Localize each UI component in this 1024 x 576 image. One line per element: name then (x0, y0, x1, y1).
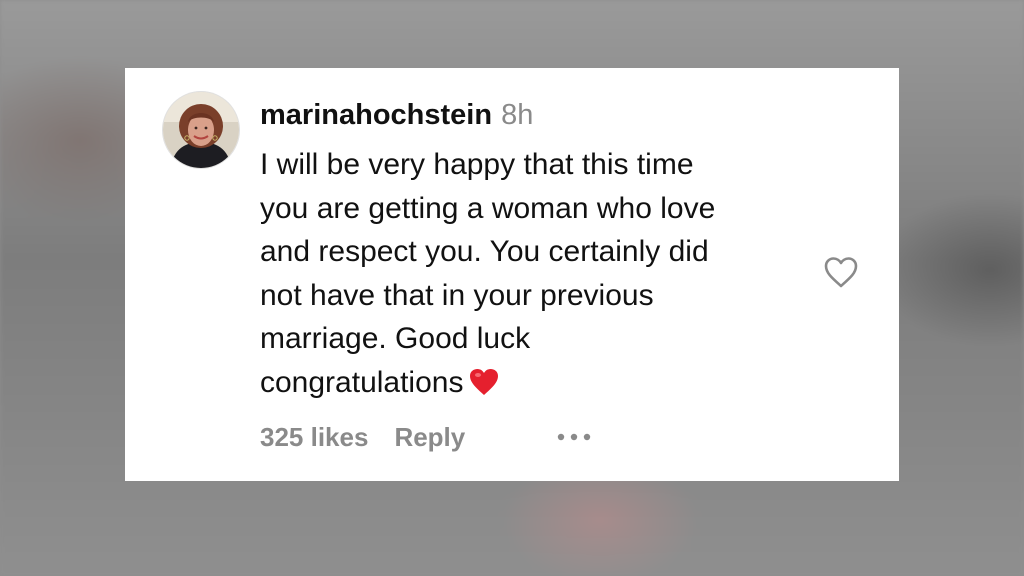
ellipsis-icon (557, 433, 591, 441)
username[interactable]: marinahochstein (260, 99, 492, 131)
comment-card: marinahochstein 8h I will be very happy t… (125, 68, 899, 481)
comment-header: marinahochstein 8h (260, 98, 533, 132)
profile-photo (163, 92, 239, 168)
comment-line-text: congratulations (260, 365, 464, 399)
comment-line: I will be very happy that this time (260, 148, 694, 181)
red-heart-emoji-icon (469, 365, 499, 409)
comment-line: not have that in your previous (260, 278, 654, 312)
like-button[interactable] (820, 252, 862, 292)
comment-line: you are getting a woman who love (260, 191, 716, 225)
heart-outline-icon (824, 257, 858, 288)
more-options-button[interactable] (555, 427, 597, 447)
likes-count[interactable]: 325 likes (260, 420, 368, 454)
comment-line: marriage. Good luck (260, 322, 531, 356)
comment-time: 8h (501, 99, 534, 131)
comment-text: I will be very happy that this time you … (260, 143, 820, 409)
comment-line-last: congratulations (260, 361, 820, 409)
reply-button[interactable]: Reply (394, 420, 465, 454)
comment-footer: 325 likes Reply (260, 420, 465, 454)
comment-line: and respect you. You certainly did (260, 235, 709, 269)
avatar[interactable] (163, 92, 239, 168)
